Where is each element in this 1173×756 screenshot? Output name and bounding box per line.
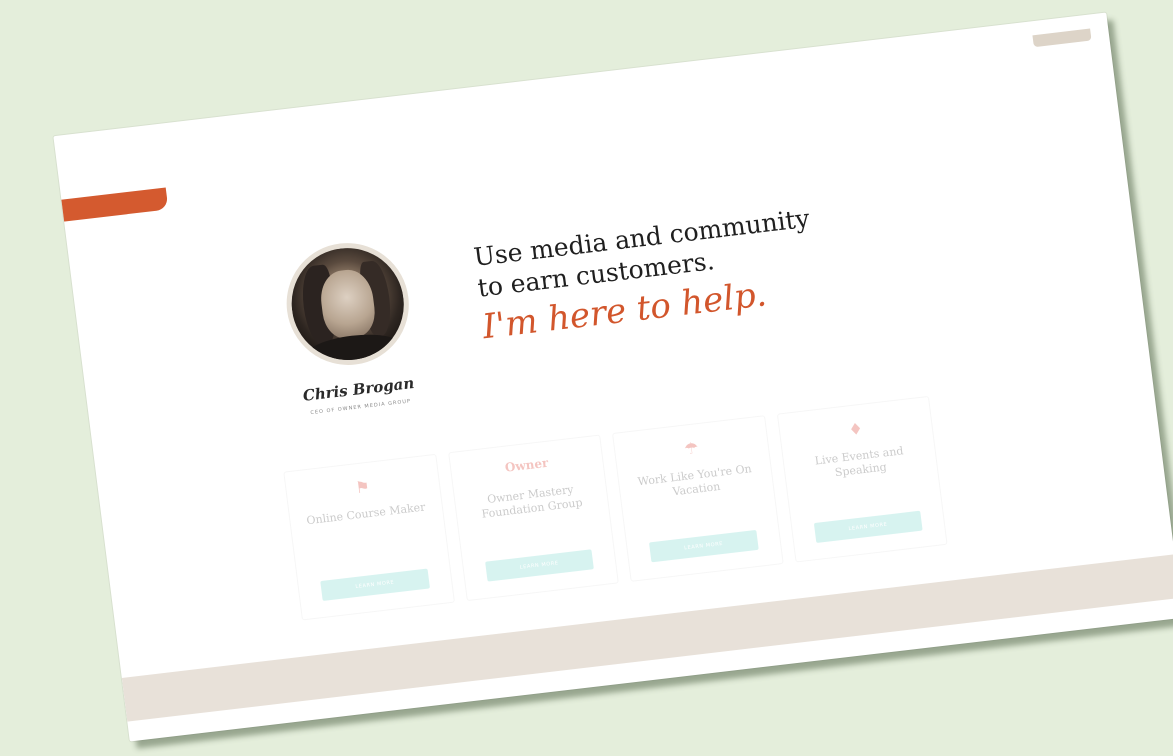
menu-tab[interactable] [53, 187, 169, 223]
card-online-course[interactable]: ⚑ Online Course Maker Learn More [283, 453, 455, 621]
top-nav-button[interactable] [1032, 28, 1092, 48]
card-work-vacation[interactable]: ☂ Work Like You're On Vacation Learn Mor… [611, 415, 784, 582]
avatar [279, 236, 416, 372]
learn-more-button[interactable]: Learn More [484, 549, 594, 582]
card-owner-mastery[interactable]: Owner Owner Mastery Foundation Group Lea… [447, 434, 619, 602]
hero-section: Use media and community to earn customer… [472, 188, 942, 348]
learn-more-button[interactable]: Learn More [813, 510, 923, 544]
card-live-events[interactable]: ♦ Live Events and Speaking Learn More [776, 395, 948, 563]
service-cards: ⚑ Online Course Maker Learn More Owner O… [283, 395, 948, 621]
website-page: Chris Brogan CEO of Owner Media Group Us… [53, 12, 1173, 742]
learn-more-button[interactable]: Learn More [648, 529, 759, 563]
learn-more-button[interactable]: Learn More [320, 568, 430, 601]
profile-block: Chris Brogan CEO of Owner Media Group [266, 235, 436, 419]
screenshot-stage: Chris Brogan CEO of Owner Media Group Us… [0, 0, 1173, 756]
